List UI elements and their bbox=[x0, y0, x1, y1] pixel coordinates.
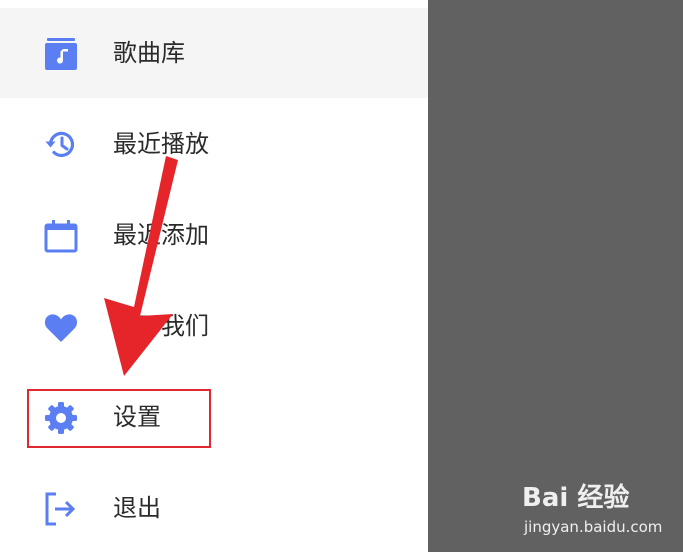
drawer-scrim[interactable] bbox=[428, 0, 683, 552]
menu-item-recently-played[interactable]: 最近播放 bbox=[0, 99, 428, 189]
baidu-jingyan-watermark: Bai 经验 jingyan.baidu.com bbox=[522, 480, 672, 540]
menu-item-song-library[interactable]: 歌曲库 bbox=[0, 8, 428, 98]
menu-item-label: 设置 bbox=[113, 403, 161, 431]
menu-item-recently-added[interactable]: 最近添加 bbox=[0, 190, 428, 280]
watermark-url: jingyan.baidu.com bbox=[524, 518, 663, 536]
menu-item-about-us[interactable]: 关于我们 bbox=[0, 281, 428, 371]
heart-icon bbox=[42, 308, 80, 346]
menu-item-label: 退出 bbox=[113, 494, 161, 522]
history-icon bbox=[42, 126, 80, 164]
menu-item-logout[interactable]: 退出 bbox=[0, 463, 428, 552]
navigation-drawer: 歌曲库 最近播放 最近添加 关于我们 设置 退出 bbox=[0, 0, 428, 552]
menu-item-label: 最近播放 bbox=[113, 130, 209, 158]
menu-item-settings[interactable]: 设置 bbox=[0, 372, 428, 462]
logout-icon bbox=[42, 490, 80, 528]
music-library-icon bbox=[42, 35, 80, 73]
app-screen: 歌曲库 最近播放 最近添加 关于我们 设置 退出 Bai 经验 jingyan.… bbox=[0, 0, 683, 552]
menu-item-label: 歌曲库 bbox=[113, 39, 185, 67]
calendar-icon bbox=[42, 217, 80, 255]
menu-item-label: 关于我们 bbox=[113, 312, 209, 340]
watermark-logo: Bai 经验 bbox=[522, 483, 630, 513]
gear-icon bbox=[42, 399, 80, 437]
menu-item-label: 最近添加 bbox=[113, 221, 209, 249]
